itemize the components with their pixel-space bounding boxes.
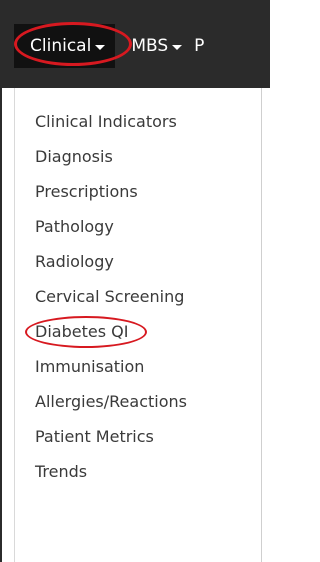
menu-item-diabetes-qi[interactable]: Diabetes QI — [15, 314, 261, 349]
nav-item-clinical[interactable]: Clinical — [14, 22, 132, 68]
menu-item-allergies-reactions[interactable]: Allergies/Reactions — [15, 384, 261, 419]
menu-item-diabetes-qi-label: Diabetes QI — [35, 322, 129, 341]
menu-item-diagnosis[interactable]: Diagnosis — [15, 139, 261, 174]
menu-item-trends[interactable]: Trends — [15, 454, 261, 489]
window-edge — [0, 0, 2, 562]
dropdown-list: Clinical Indicators Diagnosis Prescripti… — [15, 104, 261, 489]
caret-down-icon — [172, 44, 183, 50]
menu-item-patient-metrics[interactable]: Patient Metrics — [15, 419, 261, 454]
nav-item-mbs-label: MBS — [131, 36, 169, 56]
menu-item-cervical-screening[interactable]: Cervical Screening — [15, 279, 261, 314]
nav-item-truncated[interactable]: P — [194, 36, 204, 56]
clinical-dropdown-menu: Clinical Indicators Diagnosis Prescripti… — [14, 88, 262, 562]
menu-item-immunisation[interactable]: Immunisation — [15, 349, 261, 384]
nav-item-truncated-label: P — [194, 36, 205, 56]
nav-item-mbs[interactable]: MBS — [131, 36, 183, 56]
nav-menu: Clinical MBS P — [14, 22, 204, 68]
screenshot-frame: Clinical MBS P Clinical Indicators Diagn… — [0, 0, 270, 562]
menu-item-clinical-indicators[interactable]: Clinical Indicators — [15, 104, 261, 139]
menu-item-pathology[interactable]: Pathology — [15, 209, 261, 244]
caret-down-icon — [95, 44, 106, 50]
menu-item-radiology[interactable]: Radiology — [15, 244, 261, 279]
navbar: Clinical MBS P — [0, 0, 270, 88]
nav-item-clinical-label: Clinical — [30, 36, 92, 56]
menu-item-prescriptions[interactable]: Prescriptions — [15, 174, 261, 209]
